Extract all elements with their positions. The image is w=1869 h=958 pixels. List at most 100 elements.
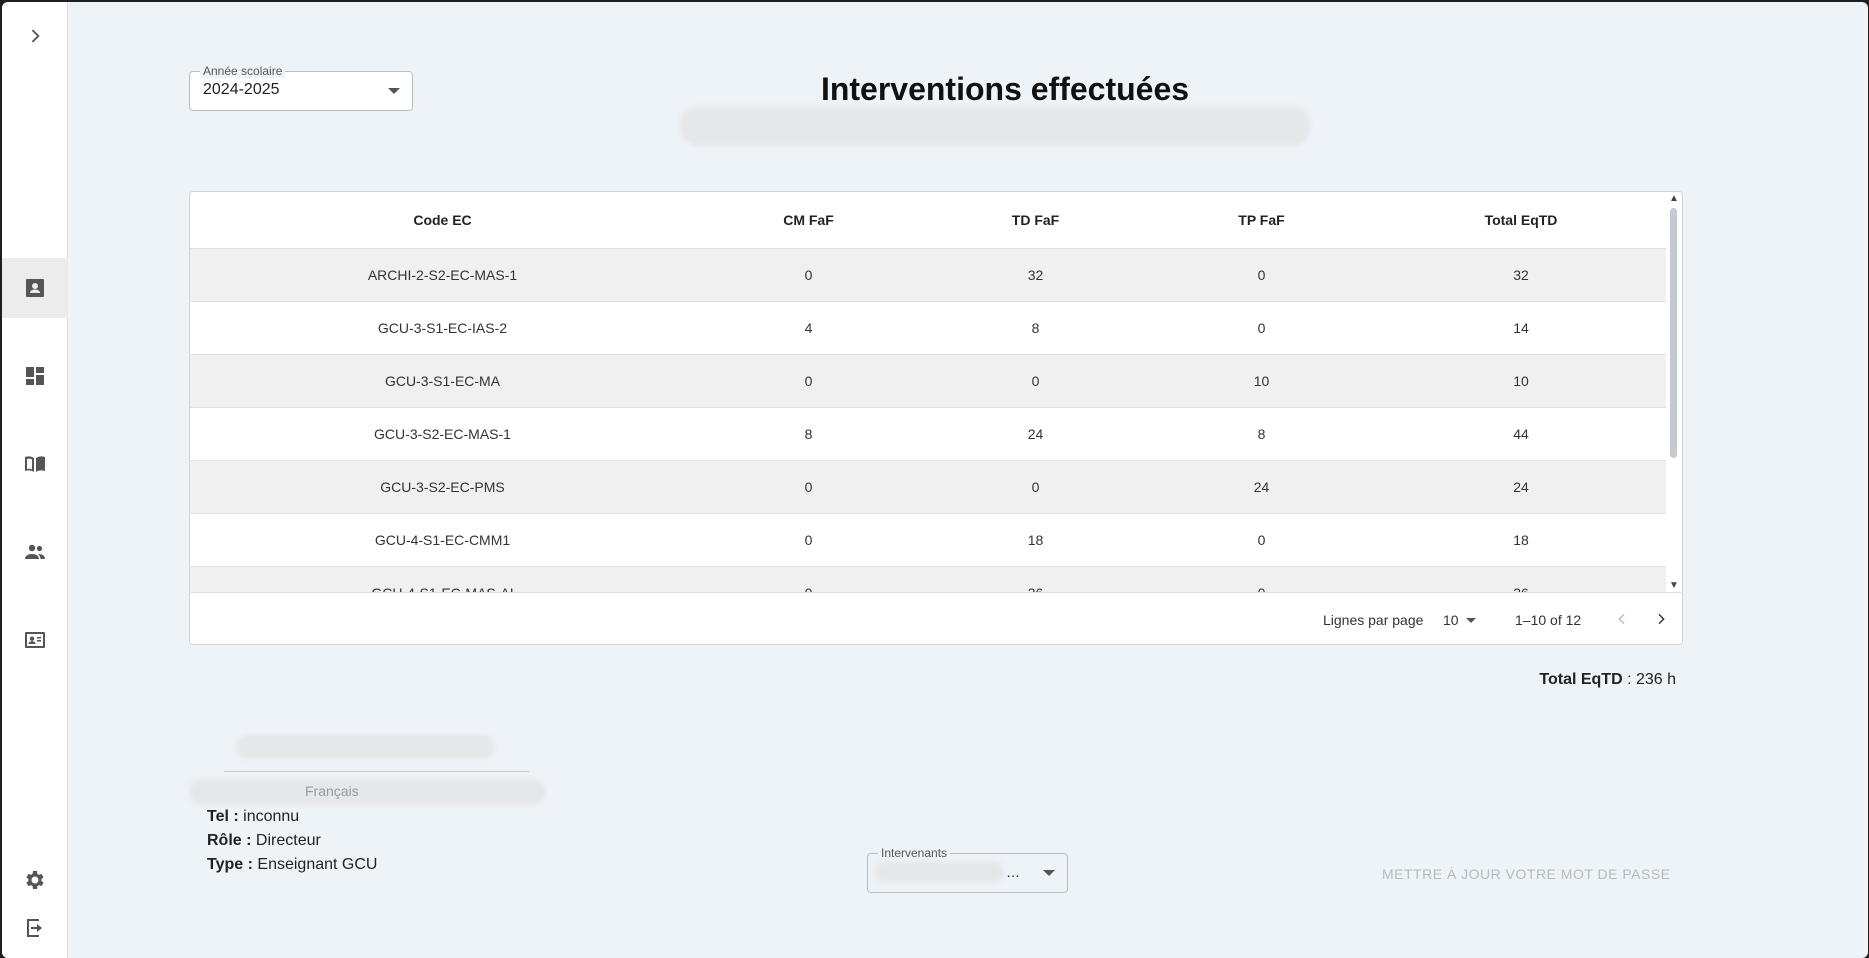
expand-sidebar-button[interactable] bbox=[2, 6, 68, 66]
cell-tp-faf: 10 bbox=[1149, 354, 1374, 408]
column-header-cm-faf[interactable]: CM FaF bbox=[695, 192, 922, 249]
dashboard-icon bbox=[26, 367, 44, 385]
cell-total-eqtd: 18 bbox=[1374, 513, 1668, 567]
cell-td-faf: 32 bbox=[922, 248, 1149, 302]
cell-code-ec: ARCHI-2-S2-EC-MAS-1 bbox=[190, 248, 695, 302]
sidebar-item-book[interactable] bbox=[2, 434, 68, 494]
cell-tp-faf: 0 bbox=[1149, 513, 1374, 567]
rows-per-page-select[interactable]: 10 bbox=[1443, 612, 1459, 628]
table-row: ARCHI-2-S2-EC-MAS-1 0 32 0 32 bbox=[190, 248, 1668, 302]
table-scroll-area[interactable]: Code EC CM FaF TD FaF TP FaF Total EqTD … bbox=[190, 192, 1668, 592]
profile-divider bbox=[224, 771, 529, 772]
cell-cm-faf: 0 bbox=[695, 513, 922, 567]
cell-total-eqtd: 36 bbox=[1374, 566, 1668, 592]
intervenants-label: Intervenants bbox=[878, 846, 951, 860]
type-value: Enseignant GCU bbox=[257, 856, 378, 873]
people-icon bbox=[25, 544, 45, 559]
profile-type: Type : Enseignant GCU bbox=[207, 856, 377, 874]
intervenants-select[interactable]: Intervenants … bbox=[867, 846, 1068, 893]
cell-tp-faf: 0 bbox=[1149, 301, 1374, 355]
caret-down-icon[interactable] bbox=[1466, 618, 1476, 623]
table-row: GCU-3-S1-EC-IAS-2 4 8 0 14 bbox=[190, 301, 1668, 355]
redacted-email bbox=[189, 779, 546, 805]
profile-role: Rôle : Directeur bbox=[207, 832, 321, 850]
profile-icon bbox=[26, 279, 44, 297]
table-pagination: Lignes par page 10 1–10 of 12 bbox=[190, 592, 1682, 644]
column-header-total-eqtd[interactable]: Total EqTD bbox=[1374, 192, 1668, 249]
logout-icon bbox=[27, 919, 42, 937]
cell-tp-faf: 24 bbox=[1149, 460, 1374, 514]
total-eqtd-value: : 236 h bbox=[1622, 671, 1676, 688]
scrollbar-thumb[interactable] bbox=[1670, 208, 1677, 458]
cell-cm-faf: 0 bbox=[695, 566, 922, 592]
school-year-select[interactable]: Année scolaire 2024-2025 bbox=[189, 64, 413, 111]
update-password-button[interactable]: METTRE À JOUR VOTRE MOT DE PASSE bbox=[1382, 866, 1671, 882]
sidebar bbox=[2, 2, 68, 958]
role-value: Directeur bbox=[255, 832, 321, 849]
gear-icon bbox=[26, 871, 44, 889]
logout-button[interactable] bbox=[2, 898, 68, 958]
table-row: GCU-3-S2-EC-PMS 0 0 24 24 bbox=[190, 460, 1668, 514]
column-header-td-faf[interactable]: TD FaF bbox=[922, 192, 1149, 249]
cell-cm-faf: 0 bbox=[695, 248, 922, 302]
chevron-right-icon bbox=[31, 29, 40, 43]
cell-code-ec: GCU-4-S1-EC-MAS-AI bbox=[190, 566, 695, 592]
previous-page-button[interactable] bbox=[1610, 607, 1634, 631]
table-header-row: Code EC CM FaF TD FaF TP FaF Total EqTD bbox=[190, 192, 1668, 249]
school-year-value: 2024-2025 bbox=[203, 81, 280, 98]
redacted-subtitle bbox=[680, 106, 1310, 146]
cell-td-faf: 24 bbox=[922, 407, 1149, 461]
cell-cm-faf: 4 bbox=[695, 301, 922, 355]
column-header-code-ec[interactable]: Code EC bbox=[190, 192, 695, 249]
scroll-down-icon[interactable]: ▼ bbox=[1669, 580, 1679, 591]
contact-card-icon bbox=[25, 632, 45, 648]
table-scrollbar[interactable]: ▲ ▼ bbox=[1666, 192, 1682, 592]
chevron-left-icon bbox=[1618, 613, 1625, 625]
table-row: GCU-3-S2-EC-MAS-1 8 24 8 44 bbox=[190, 407, 1668, 461]
tel-label: Tel : bbox=[207, 808, 239, 825]
total-eqtd-label: Total EqTD bbox=[1539, 671, 1623, 688]
cell-cm-faf: 0 bbox=[695, 354, 922, 408]
cell-code-ec: GCU-3-S2-EC-PMS bbox=[190, 460, 695, 514]
cell-td-faf: 0 bbox=[922, 460, 1149, 514]
intervenants-value: … bbox=[1006, 864, 1020, 880]
cell-td-faf: 36 bbox=[922, 566, 1149, 592]
cell-tp-faf: 0 bbox=[1149, 566, 1374, 592]
column-header-tp-faf[interactable]: TP FaF bbox=[1149, 192, 1374, 249]
cell-td-faf: 18 bbox=[922, 513, 1149, 567]
next-page-button[interactable] bbox=[1649, 607, 1673, 631]
sidebar-item-profile[interactable] bbox=[2, 258, 68, 318]
scroll-up-icon[interactable]: ▲ bbox=[1669, 193, 1679, 204]
cell-total-eqtd: 32 bbox=[1374, 248, 1668, 302]
cell-td-faf: 0 bbox=[922, 354, 1149, 408]
caret-down-icon bbox=[388, 88, 400, 94]
cell-total-eqtd: 10 bbox=[1374, 354, 1668, 408]
page-title: Interventions effectuées bbox=[820, 71, 1190, 107]
table-row: GCU-3-S1-EC-MA 0 0 10 10 bbox=[190, 354, 1668, 408]
cell-tp-faf: 8 bbox=[1149, 407, 1374, 461]
total-eqtd: Total EqTD : 236 h bbox=[1539, 671, 1676, 689]
cell-td-faf: 8 bbox=[922, 301, 1149, 355]
rows-per-page-label: Lignes par page bbox=[1323, 612, 1424, 628]
table-row: GCU-4-S1-EC-MAS-AI 0 36 0 36 bbox=[190, 566, 1668, 592]
cell-code-ec: GCU-3-S1-EC-IAS-2 bbox=[190, 301, 695, 355]
cell-total-eqtd: 44 bbox=[1374, 407, 1668, 461]
interventions-table-card: Code EC CM FaF TD FaF TP FaF Total EqTD … bbox=[189, 191, 1683, 645]
cell-code-ec: GCU-3-S2-EC-MAS-1 bbox=[190, 407, 695, 461]
cell-cm-faf: 0 bbox=[695, 460, 922, 514]
redacted-name bbox=[235, 735, 495, 759]
type-label: Type : bbox=[207, 856, 253, 873]
caret-down-icon bbox=[1043, 870, 1055, 876]
cell-code-ec: GCU-3-S1-EC-MA bbox=[190, 354, 695, 408]
role-label: Rôle : bbox=[207, 832, 252, 849]
table-row: GCU-4-S1-EC-CMM1 0 18 0 18 bbox=[190, 513, 1668, 567]
interventions-table: Code EC CM FaF TD FaF TP FaF Total EqTD … bbox=[190, 192, 1668, 592]
sidebar-item-dashboard[interactable] bbox=[2, 346, 68, 406]
sidebar-item-people[interactable] bbox=[2, 522, 68, 582]
cell-code-ec: GCU-4-S1-EC-CMM1 bbox=[190, 513, 695, 567]
cell-cm-faf: 8 bbox=[695, 407, 922, 461]
sidebar-item-contact-card[interactable] bbox=[2, 610, 68, 670]
book-icon bbox=[25, 456, 45, 472]
pagination-range: 1–10 of 12 bbox=[1515, 612, 1582, 628]
redacted-intervenant bbox=[874, 861, 1004, 883]
